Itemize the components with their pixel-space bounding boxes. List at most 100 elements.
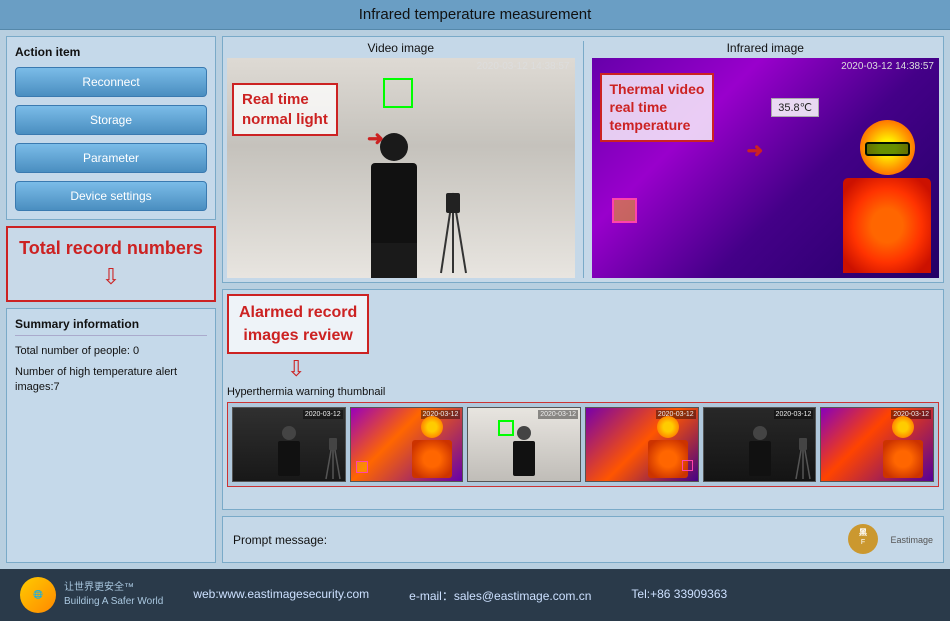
t6-head (892, 416, 914, 438)
alarmed-area: Alarmed recordimages review ⇩ Hypertherm… (222, 289, 944, 510)
thumb1-person (274, 426, 304, 481)
infrared-label: Infrared image (592, 41, 940, 55)
thumb2-sq (356, 461, 368, 473)
thumbnail-2[interactable]: 2020-03-12 (350, 407, 464, 482)
thumbnails-row: 2020-03-12 (227, 402, 939, 487)
left-panel: Action item Reconnect Storage Parameter … (6, 36, 216, 563)
thumb3-ts: 2020-03-12 (538, 410, 578, 419)
normal-video-frame: 2020-03-12 14:38:57 (227, 58, 575, 278)
thumbnail-3[interactable]: 2020-03-12 (467, 407, 581, 482)
normal-video-bg: Real timenormal light ➜ (227, 58, 575, 278)
thermal-label: Thermal videoreal timetemperature (600, 73, 715, 142)
total-record-arrow: ⇩ (18, 264, 204, 290)
title-bar: Infrared temperature measurement (0, 0, 950, 30)
thermal-glasses (865, 142, 910, 156)
t2-head (421, 416, 443, 438)
t6-body (883, 440, 923, 478)
action-item-title: Action item (15, 45, 207, 59)
prompt-label: Prompt message: (233, 533, 327, 547)
video-timestamp2: 2020-03-12 14:38:57 (841, 61, 934, 72)
thermal-head (860, 120, 915, 175)
content-area: Action item Reconnect Storage Parameter … (0, 30, 950, 569)
thumb2-thermal-person (407, 416, 457, 481)
thumb1-ts: 2020-03-12 (303, 410, 343, 419)
alarmed-arrow-down: ⇩ (287, 356, 305, 382)
summary-box: Summary information Total number of peop… (6, 308, 216, 563)
thermal-indicator-square (612, 198, 637, 223)
thumb6-thermal-person (878, 416, 928, 481)
alarmed-label-text: Alarmed recordimages review (239, 304, 357, 344)
tripod-svg (436, 188, 471, 278)
temperature-badge: 35.8℃ (771, 98, 819, 117)
footer-logo-line1: 让世界更安全™ (64, 581, 163, 595)
footer-logo-circle: 🌐 (20, 577, 56, 613)
total-record-label: Total record numbers (18, 238, 204, 260)
summary-title: Summary information (15, 317, 207, 336)
thumb5-ts: 2020-03-12 (774, 410, 814, 419)
t5-body (749, 441, 771, 476)
person-head (380, 133, 408, 161)
t3-head (517, 426, 531, 440)
person-body (371, 163, 417, 243)
thumbnail-4[interactable]: 2020-03-12 (585, 407, 699, 482)
thermal-video-frame: 2020-03-12 14:38:57 (592, 58, 940, 278)
thumb4-thermal-person (643, 416, 693, 481)
logo-box: 黑 F Eastimage (841, 522, 933, 557)
real-normal-label: Real timenormal light (232, 83, 338, 136)
t1-head (282, 426, 296, 440)
person-legs (371, 243, 417, 278)
video-label: Video image (227, 41, 575, 55)
thermal-video-bg: Thermal videoreal timetemperature ➜ 35.8… (592, 58, 940, 278)
t1-body (278, 441, 300, 476)
footer-logo-text: 让世界更安全™ Building A Safer World (64, 581, 163, 609)
eastimage-logo-text: Eastimage (890, 535, 933, 545)
parameter-button[interactable]: Parameter (15, 143, 207, 173)
thermal-arrow: ➜ (747, 138, 764, 163)
thumbnail-6[interactable]: 2020-03-12 (820, 407, 934, 482)
footer-logo-icon: 🌐 (33, 591, 43, 600)
eastimage-logo-svg: 黑 F (841, 522, 886, 557)
footer: 🌐 让世界更安全™ Building A Safer World web:www… (0, 569, 950, 621)
thumb1-tripod (324, 436, 342, 481)
summary-alert-images: Number of high temperature alert images:… (15, 365, 207, 396)
prompt-area: Prompt message: 黑 F Eastimage (222, 516, 944, 563)
normal-arrow: ➜ (367, 126, 384, 151)
thumb3-face-box (498, 420, 514, 436)
reconnect-button[interactable]: Reconnect (15, 67, 207, 97)
alarmed-header: Alarmed recordimages review ⇩ (227, 294, 939, 382)
thermal-video-section: Infrared image 2020-03-12 14:38:57 (592, 41, 940, 278)
action-item-box: Action item Reconnect Storage Parameter … (6, 36, 216, 220)
thumbnail-section: Hyperthermia warning thumbnail 2020-03-1… (227, 386, 939, 505)
storage-button[interactable]: Storage (15, 105, 207, 135)
video-divider (583, 41, 584, 278)
normal-bg: Real timenormal light ➜ (227, 58, 575, 278)
alarmed-label: Alarmed recordimages review (227, 294, 369, 354)
t3-body (513, 441, 535, 476)
footer-tel: Tel:+86 33909363 (631, 587, 727, 604)
footer-logo-line2: Building A Safer World (64, 595, 163, 609)
thumbnail-5[interactable]: 2020-03-12 (703, 407, 817, 482)
t5-head (753, 426, 767, 440)
app-title: Infrared temperature measurement (359, 6, 592, 23)
video-timestamp1: 2020-03-12 14:38:57 (477, 61, 570, 72)
thumb5-tripod (794, 436, 812, 481)
video-area: Video image 2020-03-12 14:38:57 (222, 36, 944, 283)
t4-head (657, 416, 679, 438)
normal-video-section: Video image 2020-03-12 14:38:57 (227, 41, 575, 278)
alarmed-label-container: Alarmed recordimages review ⇩ (227, 294, 369, 382)
face-detection-box (383, 78, 413, 108)
thermal-label-text: Thermal videoreal timetemperature (610, 80, 705, 135)
thumb4-sq (682, 460, 693, 471)
thumb5-person (745, 426, 775, 481)
footer-logo: 🌐 让世界更安全™ Building A Safer World (20, 577, 163, 613)
thumbnail-1[interactable]: 2020-03-12 (232, 407, 346, 482)
total-record-box: Total record numbers ⇩ (6, 226, 216, 302)
person-silhouette (371, 133, 417, 278)
t4-body (648, 440, 688, 478)
thermal-body-heat (843, 178, 931, 273)
summary-total-people: Total number of people: 0 (15, 344, 207, 359)
device-settings-button[interactable]: Device settings (15, 181, 207, 211)
thermal-person-figure (843, 120, 931, 273)
footer-info: web:www.eastimagesecurity.com e-mail：sal… (193, 587, 727, 604)
footer-email: e-mail：sales@eastimage.com.cn (409, 587, 591, 604)
